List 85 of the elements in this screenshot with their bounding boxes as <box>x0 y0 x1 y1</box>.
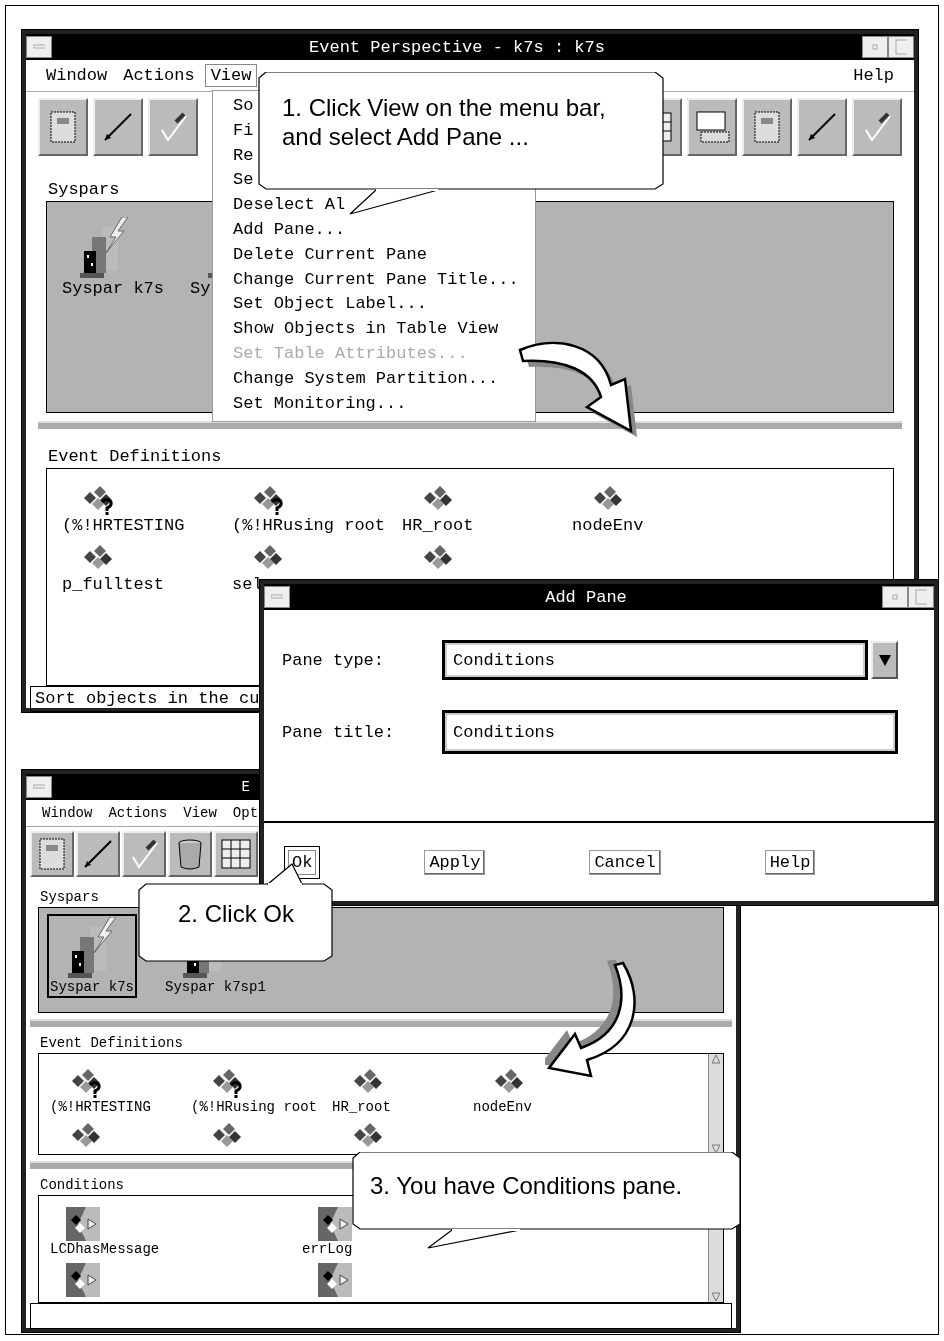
buildings-icon <box>78 217 130 279</box>
pane-title: Event Definitions <box>40 1035 183 1051</box>
menu-option[interactable]: Show Objects in Table View <box>233 318 499 341</box>
down-arrow-icon <box>711 1292 721 1302</box>
toolbar-button[interactable] <box>797 98 847 156</box>
window-title: Add Pane <box>544 587 628 607</box>
menu-item[interactable]: Window <box>40 64 114 87</box>
minus-icon <box>33 784 45 790</box>
condition-icon <box>318 1207 352 1241</box>
toolbar-button[interactable] <box>168 831 212 877</box>
condition-icon <box>66 1263 100 1297</box>
combo-field[interactable]: Conditions <box>442 640 868 680</box>
pane-item[interactable]: errLog <box>299 1204 356 1260</box>
buildings-icon <box>66 917 118 979</box>
dropdown-button[interactable] <box>871 641 898 679</box>
condition-icon <box>66 1207 100 1241</box>
toolbar-button[interactable] <box>687 98 737 156</box>
minus-icon <box>271 594 283 600</box>
menu-option[interactable]: Change Current Pane Title... <box>233 268 519 292</box>
menu-option[interactable]: Set Object Label... <box>233 293 427 317</box>
pane-item[interactable]: Syspar k7s <box>47 914 137 998</box>
window-title: E <box>240 779 251 795</box>
up-arrow-icon <box>711 1054 721 1064</box>
notebook-icon <box>48 110 78 144</box>
menu-option[interactable]: Se <box>233 169 254 193</box>
pane-title: Syspars <box>48 180 120 199</box>
toolbar-button[interactable] <box>93 98 143 156</box>
pane-item[interactable]: sel <box>229 540 289 597</box>
window-menu-button[interactable] <box>264 586 290 608</box>
menu-option[interactable]: Add Pane... <box>233 219 346 242</box>
pane-item[interactable]: (%!HRTESTING <box>47 1064 154 1118</box>
pane-splitter[interactable] <box>30 1019 732 1027</box>
pane-item[interactable]: nodeEnv <box>569 481 647 538</box>
menu-item[interactable]: Opt <box>226 803 265 823</box>
triangle-icon <box>877 653 892 667</box>
window-menu-button[interactable] <box>26 776 52 798</box>
pane-item[interactable]: p_fulltest <box>59 540 168 597</box>
text-field[interactable]: Conditions <box>442 710 898 754</box>
pane-item[interactable]: HR_root <box>399 481 477 538</box>
menu-item[interactable]: Help <box>847 64 900 87</box>
pane-item[interactable]: (%!HRusing root <box>188 1064 321 1118</box>
field-label: Pane title: <box>282 722 396 742</box>
pane-title: Conditions <box>40 1177 124 1193</box>
callout-text: 2. Click Ok <box>177 900 295 929</box>
callout-text: 3. You have Conditions pane. <box>370 1172 684 1201</box>
grid-icon <box>219 837 253 871</box>
field-label: Pane type: <box>282 650 386 670</box>
menu-item[interactable]: Actions <box>102 803 174 823</box>
down-arrow-icon <box>711 1144 721 1154</box>
dialog-button[interactable]: Apply <box>424 849 486 875</box>
menu-option[interactable]: Re <box>233 144 254 168</box>
minus-icon <box>33 44 45 50</box>
pane-item[interactable]: nodeEnv <box>470 1064 535 1118</box>
pane-item[interactable]: HR_root <box>329 1064 394 1118</box>
scrollbar[interactable] <box>708 1054 723 1154</box>
menu-item[interactable]: View <box>204 64 258 87</box>
minimize-button[interactable] <box>882 586 908 608</box>
pane-item[interactable]: (%!HRTESTING <box>59 481 188 538</box>
pane-item[interactable]: (%!HRusing root <box>229 481 389 538</box>
callout-text: 1. Click View on the menu bar, and select Add Pane ... <box>282 94 607 152</box>
window-title: Event Perspective - k7s : k7s <box>308 37 606 57</box>
menu-option[interactable]: Set Monitoring... <box>233 392 407 416</box>
window-menu-button[interactable] <box>26 36 52 58</box>
notebook-icon <box>37 837 67 871</box>
pane-title: Syspars <box>40 889 99 905</box>
menu-option[interactable]: Change System Partition... <box>233 367 499 391</box>
menu-option[interactable]: Fi <box>233 119 254 143</box>
toolbar-button[interactable] <box>76 831 120 877</box>
menu-option[interactable]: Delete Current Pane <box>233 243 427 267</box>
pane-title: Event Definitions <box>48 447 222 466</box>
trash-icon <box>175 837 205 871</box>
minimize-button[interactable] <box>862 36 888 58</box>
maximize-button[interactable] <box>908 586 934 608</box>
maximize-button[interactable] <box>888 36 914 58</box>
dialog-button[interactable]: Cancel <box>589 849 661 875</box>
notebook-icon <box>752 110 782 144</box>
menu-option[interactable]: So <box>233 95 254 118</box>
pane-item[interactable]: LCDhasMessage <box>47 1204 163 1260</box>
dialog-button[interactable]: Help <box>764 849 816 875</box>
menu-item[interactable]: Window <box>36 803 99 823</box>
menu-item[interactable]: Actions <box>117 64 201 87</box>
keyboard-icon <box>693 110 731 144</box>
menu-item[interactable]: View <box>177 803 223 823</box>
pane-item[interactable]: Syspar k7s <box>59 214 168 301</box>
condition-icon <box>318 1263 352 1297</box>
